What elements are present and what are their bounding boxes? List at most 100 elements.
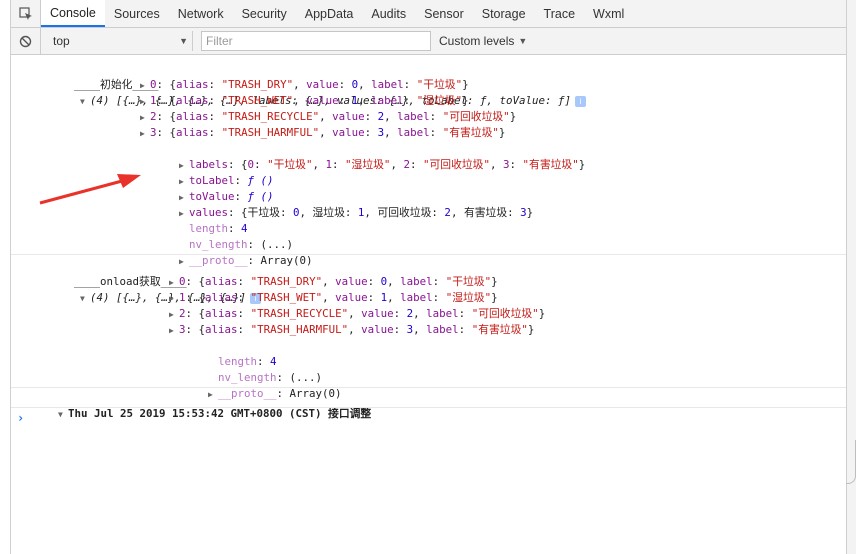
field-key: value: [361, 307, 394, 320]
tab-console[interactable]: Console: [41, 0, 105, 27]
array-item-row[interactable]: ▶ 1: {alias: "TRASH_WET", value: 1, label…: [140, 93, 469, 109]
tab-audits[interactable]: Audits: [362, 0, 415, 27]
field-key: label: [426, 307, 459, 320]
tab-sources[interactable]: Sources: [105, 0, 169, 27]
label-value: "有害垃圾": [442, 126, 499, 139]
field-key: alias: [205, 291, 238, 304]
info-icon[interactable]: i: [575, 96, 587, 107]
array-item-row[interactable]: ▶ 0: {alias: "TRASH_DRY", value: 0, label…: [169, 274, 498, 290]
alias-value: "TRASH_RECYCLE": [250, 307, 349, 320]
clear-console-button[interactable]: [11, 27, 41, 55]
object-property-row[interactable]: ▶ __proto__: Array(0): [169, 370, 342, 400]
entry-value: "可回收垃圾": [422, 158, 490, 171]
label-value: "干垃圾": [416, 78, 463, 91]
console-prompt-icon[interactable]: ›: [17, 411, 24, 425]
expand-triangle-icon[interactable]: ▼: [80, 94, 90, 110]
field-key: alias: [205, 323, 238, 336]
inspect-element-button[interactable]: [11, 0, 41, 27]
array-item-row[interactable]: ▶ 0: {alias: "TRASH_DRY", value: 0, label…: [140, 77, 469, 93]
label-value: "有害垃圾": [471, 323, 528, 336]
field-key: label: [371, 94, 404, 107]
label-value: "湿垃圾": [445, 291, 492, 304]
expand-triangle-icon[interactable]: ▼: [80, 291, 90, 307]
field-key: value: [332, 126, 365, 139]
collapsed-triangle-icon[interactable]: ▶: [169, 275, 179, 291]
message-divider: [11, 387, 847, 388]
alias-value: "TRASH_DRY": [250, 275, 323, 288]
object-property-row[interactable]: ▶ toValue: ƒ (): [140, 173, 274, 203]
panel-tab-bar: Console Sources Network Security AppData Audi…: [11, 0, 847, 28]
collapsed-triangle-icon[interactable]: ▶: [169, 307, 179, 323]
object-property-row[interactable]: ▶ labels: {0: "干垃圾", 1: "湿垃圾", 2: "可回收垃圾"…: [140, 141, 585, 171]
filter-input[interactable]: [201, 31, 431, 51]
entry-key: 湿垃圾: [312, 206, 345, 219]
collapsed-triangle-icon[interactable]: ▶: [140, 110, 150, 126]
array-item-row[interactable]: ▶ 1: {alias: "TRASH_WET", value: 1, label…: [169, 290, 498, 306]
log-text: Thu Jul 25 2019 15:53:42 GMT+0800 (CST) …: [68, 407, 372, 420]
collapsed-triangle-icon[interactable]: ▶: [169, 323, 179, 339]
object-property-row[interactable]: ▶ values: {干垃圾: 0, 湿垃圾: 1, 可回收垃圾: 2, 有害垃圾…: [140, 189, 533, 219]
log-message[interactable]: ____onload获取____ ▼ (4) [{…}, {…}, {…}, {……: [35, 258, 262, 304]
alias-value: "TRASH_HARMFUL": [221, 126, 320, 139]
context-selector[interactable]: top ▼: [45, 31, 193, 51]
block-icon: [19, 35, 32, 47]
context-value: top: [53, 34, 70, 48]
field-key: value: [335, 275, 368, 288]
field-key: value: [335, 291, 368, 304]
entry-key: 可回收垃圾: [377, 206, 432, 219]
label-value: "可回收垃圾": [442, 110, 510, 123]
dropdown-arrow-icon: ▼: [518, 36, 528, 46]
object-property-row[interactable]: nv_length: (...): [150, 221, 293, 251]
alias-value: "TRASH_HARMFUL": [250, 323, 349, 336]
array-item-row[interactable]: ▶ 2: {alias: "TRASH_RECYCLE", value: 2, l…: [169, 306, 545, 322]
expand-triangle-icon[interactable]: ▼: [58, 407, 68, 423]
collapsed-triangle-icon[interactable]: ▶: [169, 291, 179, 307]
message-divider: [11, 254, 847, 255]
field-key: label: [397, 126, 430, 139]
entry-key: 有害垃圾: [463, 206, 508, 219]
alias-value: "TRASH_RECYCLE": [221, 110, 320, 123]
log-message[interactable]: ▼ Thu Jul 25 2019 15:53:42 GMT+0800 (CST)…: [19, 390, 371, 420]
entry-value: "有害垃圾": [522, 158, 579, 171]
entry-value: "干垃圾": [267, 158, 313, 171]
tab-storage[interactable]: Storage: [473, 0, 535, 27]
object-property-row: length: 4: [189, 222, 248, 235]
tab-network[interactable]: Network: [169, 0, 233, 27]
field-key: label: [400, 291, 433, 304]
devtools-panel: Console Sources Network Security AppData Audi…: [10, 0, 847, 554]
tab-sensor[interactable]: Sensor: [415, 0, 473, 27]
field-key: value: [306, 78, 339, 91]
field-key: value: [361, 323, 394, 336]
tab-trace[interactable]: Trace: [535, 0, 585, 27]
field-key: label: [397, 110, 430, 123]
label-value: "干垃圾": [445, 275, 492, 288]
tab-security[interactable]: Security: [233, 0, 296, 27]
array-item-row[interactable]: ▶ 3: {alias: "TRASH_HARMFUL", value: 3, l…: [140, 125, 505, 141]
inspect-cursor-icon: [18, 6, 32, 20]
log-message[interactable]: ____初始化____ ▼ (4) [{…}, {…}, {…}, {…}, la…: [35, 61, 587, 107]
collapsed-triangle-icon[interactable]: ▶: [140, 78, 150, 94]
tab-appdata[interactable]: AppData: [296, 0, 363, 27]
field-key: alias: [176, 94, 209, 107]
dropdown-arrow-icon: ▼: [179, 36, 188, 46]
label-value: "湿垃圾": [416, 94, 463, 107]
array-item-row[interactable]: ▶ 3: {alias: "TRASH_HARMFUL", value: 3, l…: [169, 322, 534, 338]
message-divider: [11, 407, 847, 408]
collapsed-triangle-icon[interactable]: ▶: [140, 126, 150, 142]
field-key: label: [371, 78, 404, 91]
property-value: Array(0): [260, 254, 313, 267]
field-key: alias: [176, 126, 209, 139]
field-key: alias: [176, 78, 209, 91]
tab-wxml[interactable]: Wxml: [584, 0, 633, 27]
alias-value: "TRASH_DRY": [221, 78, 294, 91]
object-property-row[interactable]: ▶ toLabel: ƒ (): [140, 157, 274, 187]
console-output: ____初始化____ ▼ (4) [{…}, {…}, {…}, {…}, la…: [11, 56, 847, 554]
object-property-row[interactable]: ▶ __proto__: Array(0): [140, 237, 313, 267]
array-item-row[interactable]: ▶ 2: {alias: "TRASH_RECYCLE", value: 2, l…: [140, 109, 516, 125]
field-key: alias: [176, 110, 209, 123]
entry-key: 干垃圾: [247, 206, 280, 219]
collapsed-triangle-icon[interactable]: ▶: [140, 94, 150, 110]
log-levels-dropdown[interactable]: Custom levels ▼: [439, 34, 527, 48]
field-key: label: [400, 275, 433, 288]
object-property-row[interactable]: nv_length: (...): [179, 354, 322, 384]
